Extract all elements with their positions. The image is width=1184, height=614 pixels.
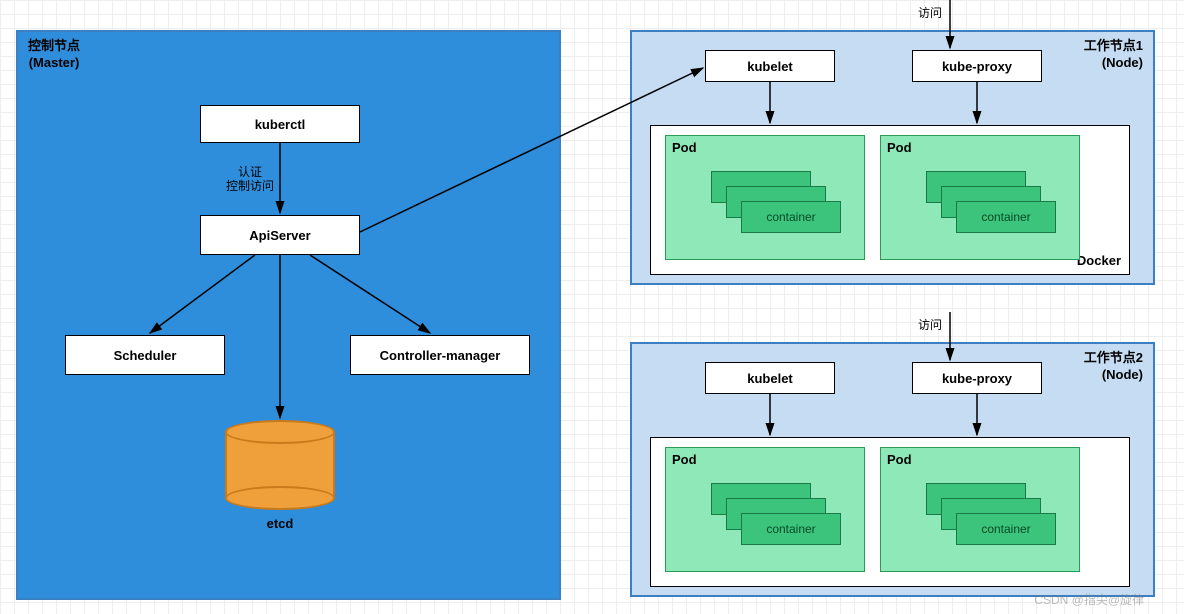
apiserver-label: ApiServer xyxy=(249,228,310,243)
watermark: CSDN @指尖@旋律 xyxy=(1034,591,1144,608)
etcd-cylinder: etcd xyxy=(225,420,335,510)
container-label: container xyxy=(981,522,1030,536)
container-label: container xyxy=(766,522,815,536)
container-label: container xyxy=(766,210,815,224)
container-box: container xyxy=(956,513,1056,545)
node1-kubelet-box: kubelet xyxy=(705,50,835,82)
node2-pod1: Pod container xyxy=(665,447,865,572)
controller-manager-label: Controller-manager xyxy=(380,348,501,363)
node2-kubelet-label: kubelet xyxy=(747,371,793,386)
node2-access-label: 访问 xyxy=(910,318,950,332)
apiserver-box: ApiServer xyxy=(200,215,360,255)
node1-pod1: Pod container xyxy=(665,135,865,260)
master-title: 控制节点 (Master) xyxy=(28,38,80,72)
container-box: container xyxy=(741,513,841,545)
node1-title: 工作节点1 (Node) xyxy=(1084,38,1143,72)
node1-access-label: 访问 xyxy=(910,6,950,20)
node1-docker-label: Docker xyxy=(1077,253,1121,268)
etcd-label: etcd xyxy=(225,516,335,531)
scheduler-label: Scheduler xyxy=(114,348,177,363)
node1-kubeproxy-box: kube-proxy xyxy=(912,50,1042,82)
container-box: container xyxy=(741,201,841,233)
node1-pod2: Pod container xyxy=(880,135,1080,260)
node2-pod2: Pod container xyxy=(880,447,1080,572)
node1-pod1-label: Pod xyxy=(672,140,697,155)
node2-kubeproxy-box: kube-proxy xyxy=(912,362,1042,394)
container-label: container xyxy=(981,210,1030,224)
node1-pod2-label: Pod xyxy=(887,140,912,155)
node1-kubeproxy-label: kube-proxy xyxy=(942,59,1012,74)
container-box: container xyxy=(956,201,1056,233)
node2-kubeproxy-label: kube-proxy xyxy=(942,371,1012,386)
auth-label: 认证 控制访问 xyxy=(220,165,280,194)
kuberctl-label: kuberctl xyxy=(255,117,306,132)
node2-kubelet-box: kubelet xyxy=(705,362,835,394)
kuberctl-box: kuberctl xyxy=(200,105,360,143)
node2-title: 工作节点2 (Node) xyxy=(1084,350,1143,384)
node2-pod2-label: Pod xyxy=(887,452,912,467)
node2-pod1-label: Pod xyxy=(672,452,697,467)
scheduler-box: Scheduler xyxy=(65,335,225,375)
node1-kubelet-label: kubelet xyxy=(747,59,793,74)
controller-manager-box: Controller-manager xyxy=(350,335,530,375)
